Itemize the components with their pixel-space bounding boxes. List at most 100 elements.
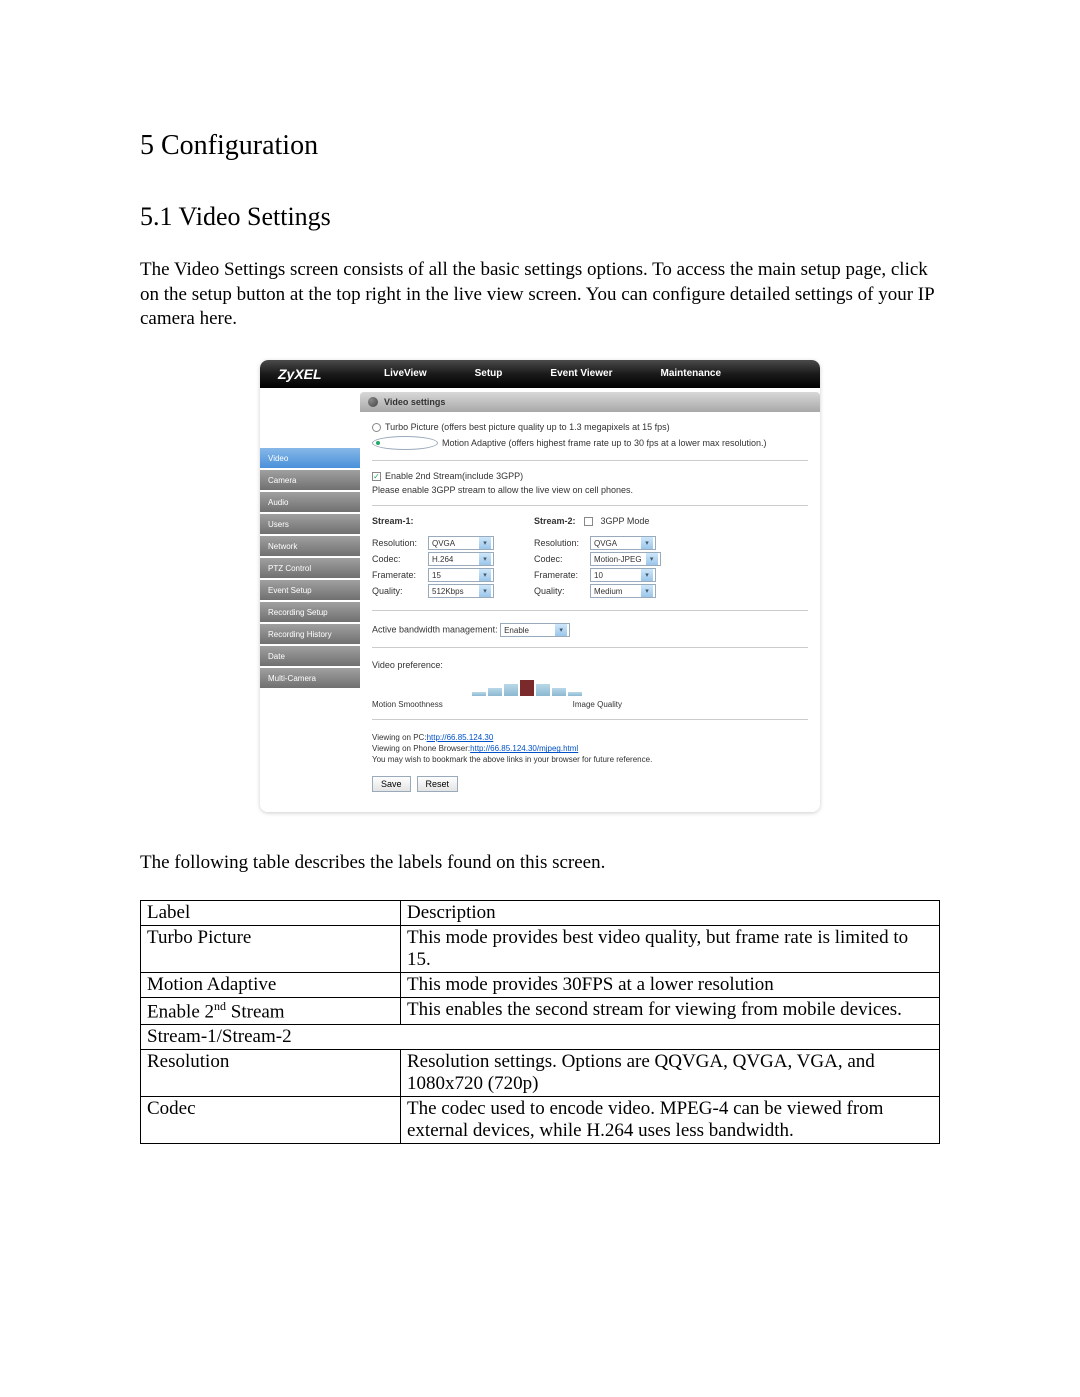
bandwidth-label: Active bandwidth management: xyxy=(372,625,498,635)
bandwidth-select[interactable]: Enable▾ xyxy=(500,623,570,637)
subsection-heading: 5.1 Video Settings xyxy=(140,202,940,232)
tab-maintenance[interactable]: Maintenance xyxy=(636,360,745,388)
field-label: Codec: xyxy=(372,554,428,564)
panel-header-icon xyxy=(368,397,378,407)
sidebar-item-recording-history[interactable]: Recording History xyxy=(260,624,360,644)
tabs: LiveViewSetupEvent ViewerMaintenance xyxy=(360,360,820,388)
preference-label: Video preference: xyxy=(372,660,808,670)
sidebar-item-event-setup[interactable]: Event Setup xyxy=(260,580,360,600)
divider xyxy=(372,610,808,611)
pc-link[interactable]: http://66.85.124.30 xyxy=(427,733,494,742)
phone-link[interactable]: http://66.85.124.30/mjpeg.html xyxy=(470,744,578,753)
tab-setup[interactable]: Setup xyxy=(451,360,527,388)
field-label: Framerate: xyxy=(372,570,428,580)
chevron-down-icon: ▾ xyxy=(641,569,653,581)
field-label: Codec: xyxy=(534,554,590,564)
sidebar-item-network[interactable]: Network xyxy=(260,536,360,556)
sidebar-item-users[interactable]: Users xyxy=(260,514,360,534)
field-label: Quality: xyxy=(372,586,428,596)
chevron-down-icon: ▾ xyxy=(646,553,658,565)
panel-header: Video settings xyxy=(360,392,820,412)
stream1-framerate-select[interactable]: 15▾ xyxy=(428,568,494,582)
stream1-resolution-select[interactable]: QVGA▾ xyxy=(428,536,494,550)
app-screenshot: ZyXEL LiveViewSetupEvent ViewerMaintenan… xyxy=(260,360,820,812)
tab-liveview[interactable]: LiveView xyxy=(360,360,451,388)
chevron-down-icon: ▾ xyxy=(555,624,567,636)
table-cell-desc: Resolution settings. Options are QQVGA, … xyxy=(401,1049,940,1096)
stream1-codec-select[interactable]: H.264▾ xyxy=(428,552,494,566)
field-label: Quality: xyxy=(534,586,590,596)
table-cell-desc: This enables the second stream for viewi… xyxy=(401,997,940,1024)
links-note: You may wish to bookmark the above links… xyxy=(372,754,808,765)
table-row: Enable 2nd StreamThis enables the second… xyxy=(141,997,940,1024)
stream2-title: Stream-2: xyxy=(534,516,576,526)
field-label: Resolution: xyxy=(372,538,428,548)
stream2-resolution-select[interactable]: QVGA▾ xyxy=(590,536,656,550)
pc-link-label: Viewing on PC: xyxy=(372,733,427,742)
enable-2nd-stream[interactable]: ✓ Enable 2nd Stream(include 3GPP) xyxy=(372,471,808,481)
preference-bar[interactable] xyxy=(552,688,566,696)
checkbox-icon: ✓ xyxy=(372,472,381,481)
checkbox-icon[interactable]: ✓ xyxy=(584,517,593,526)
preference-bar[interactable] xyxy=(504,684,518,696)
chevron-down-icon: ▾ xyxy=(641,537,653,549)
table-row: ResolutionResolution settings. Options a… xyxy=(141,1049,940,1096)
preference-bar[interactable] xyxy=(568,692,582,696)
table-row: Motion AdaptiveThis mode provides 30FPS … xyxy=(141,972,940,997)
topbar: ZyXEL LiveViewSetupEvent ViewerMaintenan… xyxy=(260,360,820,388)
main-panel: Video settings Turbo Picture (offers bes… xyxy=(360,388,820,812)
stream1-title: Stream-1: xyxy=(372,516,494,526)
brand-logo: ZyXEL xyxy=(260,366,360,382)
table-cell-label: Resolution xyxy=(141,1049,401,1096)
table-row: CodecThe codec used to encode video. MPE… xyxy=(141,1096,940,1143)
radio-turbo-label: Turbo Picture (offers best picture quali… xyxy=(385,422,670,432)
table-cell-label: Motion Adaptive xyxy=(141,972,401,997)
sidebar-item-ptz-control[interactable]: PTZ Control xyxy=(260,558,360,578)
table-row: Stream-1/Stream-2 xyxy=(141,1024,940,1049)
stream2-framerate-select[interactable]: 10▾ xyxy=(590,568,656,582)
stream2-quality-select[interactable]: Medium▾ xyxy=(590,584,656,598)
radio-motion[interactable]: Motion Adaptive (offers highest frame ra… xyxy=(372,436,808,450)
chevron-down-icon: ▾ xyxy=(641,585,653,597)
preference-bar[interactable] xyxy=(536,684,550,696)
chevron-down-icon: ▾ xyxy=(479,537,491,549)
field-label: Resolution: xyxy=(534,538,590,548)
preference-bars[interactable] xyxy=(472,676,808,696)
stream2-mode-label: 3GPP Mode xyxy=(601,516,650,526)
table-cell-desc: The codec used to encode video. MPEG-4 c… xyxy=(401,1096,940,1143)
stream2-codec-select[interactable]: Motion-JPEG▾ xyxy=(590,552,661,566)
save-button[interactable]: Save xyxy=(372,776,411,792)
table-caption: The following table describes the labels… xyxy=(140,852,940,874)
chevron-down-icon: ▾ xyxy=(479,585,491,597)
stream-2: Stream-2: ✓ 3GPP Mode Resolution: QVGA▾ … xyxy=(534,516,661,600)
phone-link-label: Viewing on Phone Browser: xyxy=(372,744,470,753)
table-cell-desc: This mode provides best video quality, b… xyxy=(401,925,940,972)
table-cell-label: Enable 2nd Stream xyxy=(141,997,401,1024)
table-cell: Stream-1/Stream-2 xyxy=(141,1024,940,1049)
table-header-label: Label xyxy=(141,900,401,925)
stream-1: Stream-1: Resolution: QVGA▾ Codec: H.264… xyxy=(372,516,494,600)
preference-bar[interactable] xyxy=(520,680,534,696)
section-heading: 5 Configuration xyxy=(140,130,940,162)
sidebar-item-video[interactable]: Video xyxy=(260,448,360,468)
sidebar: VideoCameraAudioUsersNetworkPTZ ControlE… xyxy=(260,388,360,812)
preference-bar[interactable] xyxy=(488,688,502,696)
sidebar-item-date[interactable]: Date xyxy=(260,646,360,666)
sidebar-item-audio[interactable]: Audio xyxy=(260,492,360,512)
sidebar-item-camera[interactable]: Camera xyxy=(260,470,360,490)
radio-turbo[interactable]: Turbo Picture (offers best picture quali… xyxy=(372,422,808,432)
enable-2nd-note: Please enable 3GPP stream to allow the l… xyxy=(372,485,808,495)
sidebar-item-recording-setup[interactable]: Recording Setup xyxy=(260,602,360,622)
description-table: Label Description Turbo PictureThis mode… xyxy=(140,900,940,1144)
preference-axis-right: Image Quality xyxy=(573,700,622,709)
preference-bar[interactable] xyxy=(472,692,486,696)
tab-event-viewer[interactable]: Event Viewer xyxy=(526,360,636,388)
sidebar-item-multi-camera[interactable]: Multi-Camera xyxy=(260,668,360,688)
table-header-desc: Description xyxy=(401,900,940,925)
table-row: Turbo PictureThis mode provides best vid… xyxy=(141,925,940,972)
stream1-quality-select[interactable]: 512Kbps▾ xyxy=(428,584,494,598)
reset-button[interactable]: Reset xyxy=(417,776,459,792)
radio-motion-label: Motion Adaptive (offers highest frame ra… xyxy=(442,438,767,448)
divider xyxy=(372,719,808,720)
intro-paragraph: The Video Settings screen consists of al… xyxy=(140,258,940,332)
